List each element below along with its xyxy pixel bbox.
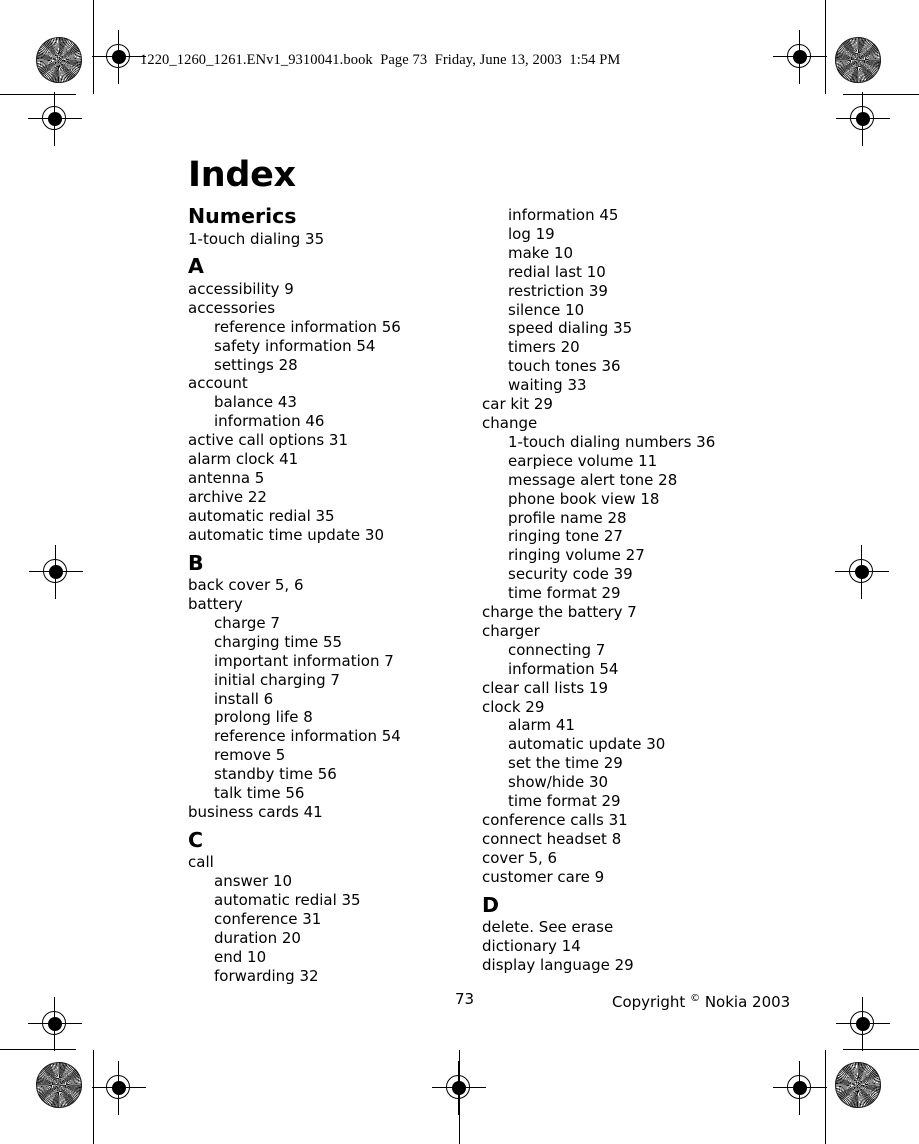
index-subentry: end 10: [214, 947, 267, 966]
index-entry: business cards 41: [188, 802, 323, 821]
index-entry: accessibility 9: [188, 279, 294, 298]
index-entry: active call options 31: [188, 431, 349, 450]
index-letter-heading: Numerics: [188, 204, 297, 228]
index-subentry: settings 28: [214, 355, 298, 374]
index-subentry: information 46: [214, 412, 325, 431]
index-subentry: show/hide 30: [508, 773, 609, 792]
index-entry: charger: [482, 621, 540, 640]
index-subentry: remove 5: [214, 746, 286, 765]
index-subentry: make 10: [508, 243, 574, 262]
index-subentry: charge 7: [214, 613, 280, 632]
index-entry: delete. See erase: [482, 918, 614, 937]
index-entry: automatic redial 35: [188, 506, 335, 525]
index-entry: cover 5, 6: [482, 848, 558, 867]
index-entry: conference calls 31: [482, 811, 628, 829]
index-subentry: connecting 7: [508, 640, 606, 659]
index-subentry: set the time 29: [508, 754, 623, 773]
copyright-prefix: Copyright: [612, 993, 691, 1011]
index-subentry: install 6: [214, 689, 274, 708]
index-entry: customer care 9: [482, 867, 605, 886]
index-entry: accessories: [188, 298, 276, 317]
index-subentry: log 19: [508, 224, 555, 243]
index-subentry: safety information 54: [214, 336, 376, 355]
index-entry: car kit 29: [482, 395, 553, 414]
index-subentry: information 45: [508, 206, 619, 224]
index-entry: 1-touch dialing 35: [188, 229, 325, 248]
index-subentry: restriction 39: [508, 281, 608, 300]
index-subentry: reference information 54: [214, 727, 401, 746]
page-title: Index: [188, 155, 296, 195]
index-entry: connect headset 8: [482, 829, 622, 848]
index-subentry: time format 29: [508, 792, 621, 811]
index-subentry: phone book view 18: [508, 489, 660, 508]
copyright-symbol: ©: [690, 993, 701, 1004]
index-entry: alarm clock 41: [188, 450, 299, 469]
index-subentry: conference 31: [214, 910, 322, 929]
index-page: Index Numerics 1-touch dialing 35 Aaccessi…: [0, 0, 919, 1144]
copyright-suffix: Nokia 2003: [700, 993, 791, 1011]
index-entry: archive 22: [188, 487, 267, 506]
index-subentry: prolong life 8: [214, 708, 313, 727]
index-subentry: standby time 56: [214, 765, 337, 784]
index-letter-heading: D: [482, 892, 500, 917]
index-entry: back cover 5, 6: [188, 576, 304, 595]
index-subentry: timers 20: [508, 338, 580, 357]
index-column-right: information 45 log 19 make 10 redial last 1…: [482, 206, 782, 975]
index-entry: clock 29: [482, 697, 545, 716]
index-entry: battery: [188, 595, 243, 613]
index-subentry: automatic update 30: [508, 735, 666, 754]
index-subentry: security code 39: [508, 565, 633, 584]
index-letter-heading: B: [188, 550, 204, 575]
index-subentry: balance 43: [214, 393, 297, 412]
index-subentry: charging time 55: [214, 632, 343, 651]
copyright-notice: Copyright © Nokia 2003: [612, 990, 790, 1011]
index-subentry: initial charging 7: [214, 670, 340, 689]
index-column-left: Numerics 1-touch dialing 35 Aaccessibility…: [188, 206, 488, 986]
index-subentry: profile name 28: [508, 508, 627, 527]
index-subentry: duration 20: [214, 929, 301, 947]
index-subentry: speed dialing 35: [508, 319, 633, 338]
index-subentry: alarm 41: [508, 716, 575, 735]
index-subentry: automatic redial 35: [214, 891, 361, 910]
index-subentry: silence 10: [508, 300, 585, 319]
index-entry: antenna 5: [188, 468, 265, 487]
index-entry: change: [482, 413, 538, 432]
index-subentry: redial last 10: [508, 262, 606, 281]
index-subentry: 1-touch dialing numbers 36: [508, 432, 716, 451]
index-subentry: talk time 56: [214, 784, 305, 803]
index-entry: automatic time update 30: [188, 525, 384, 544]
index-entry: account: [188, 374, 248, 393]
index-entry: clear call lists 19: [482, 678, 609, 697]
index-subentry: message alert tone 28: [508, 470, 678, 489]
index-entry: display language 29: [482, 955, 634, 974]
index-subentry: ringing volume 27: [508, 546, 645, 565]
index-letter-heading: C: [188, 827, 204, 852]
index-subentry: waiting 33: [508, 376, 587, 395]
index-subentry: ringing tone 27: [508, 527, 623, 546]
index-subentry: forwarding 32: [214, 966, 319, 985]
index-entry: dictionary 14: [482, 937, 581, 956]
index-entry: call: [188, 853, 214, 872]
index-entry: charge the battery 7: [482, 603, 637, 622]
index-subentry: reference information 56: [214, 317, 401, 336]
index-subentry: information 54: [508, 659, 619, 678]
index-subentry: time format 29: [508, 584, 621, 603]
index-subentry: answer 10: [214, 872, 293, 891]
index-subentry: earpiece volume 11: [508, 451, 658, 470]
index-subentry: important information 7: [214, 651, 394, 670]
index-letter-heading: A: [188, 254, 204, 279]
page-number: 73: [455, 990, 475, 1008]
index-subentry: touch tones 36: [508, 357, 621, 376]
